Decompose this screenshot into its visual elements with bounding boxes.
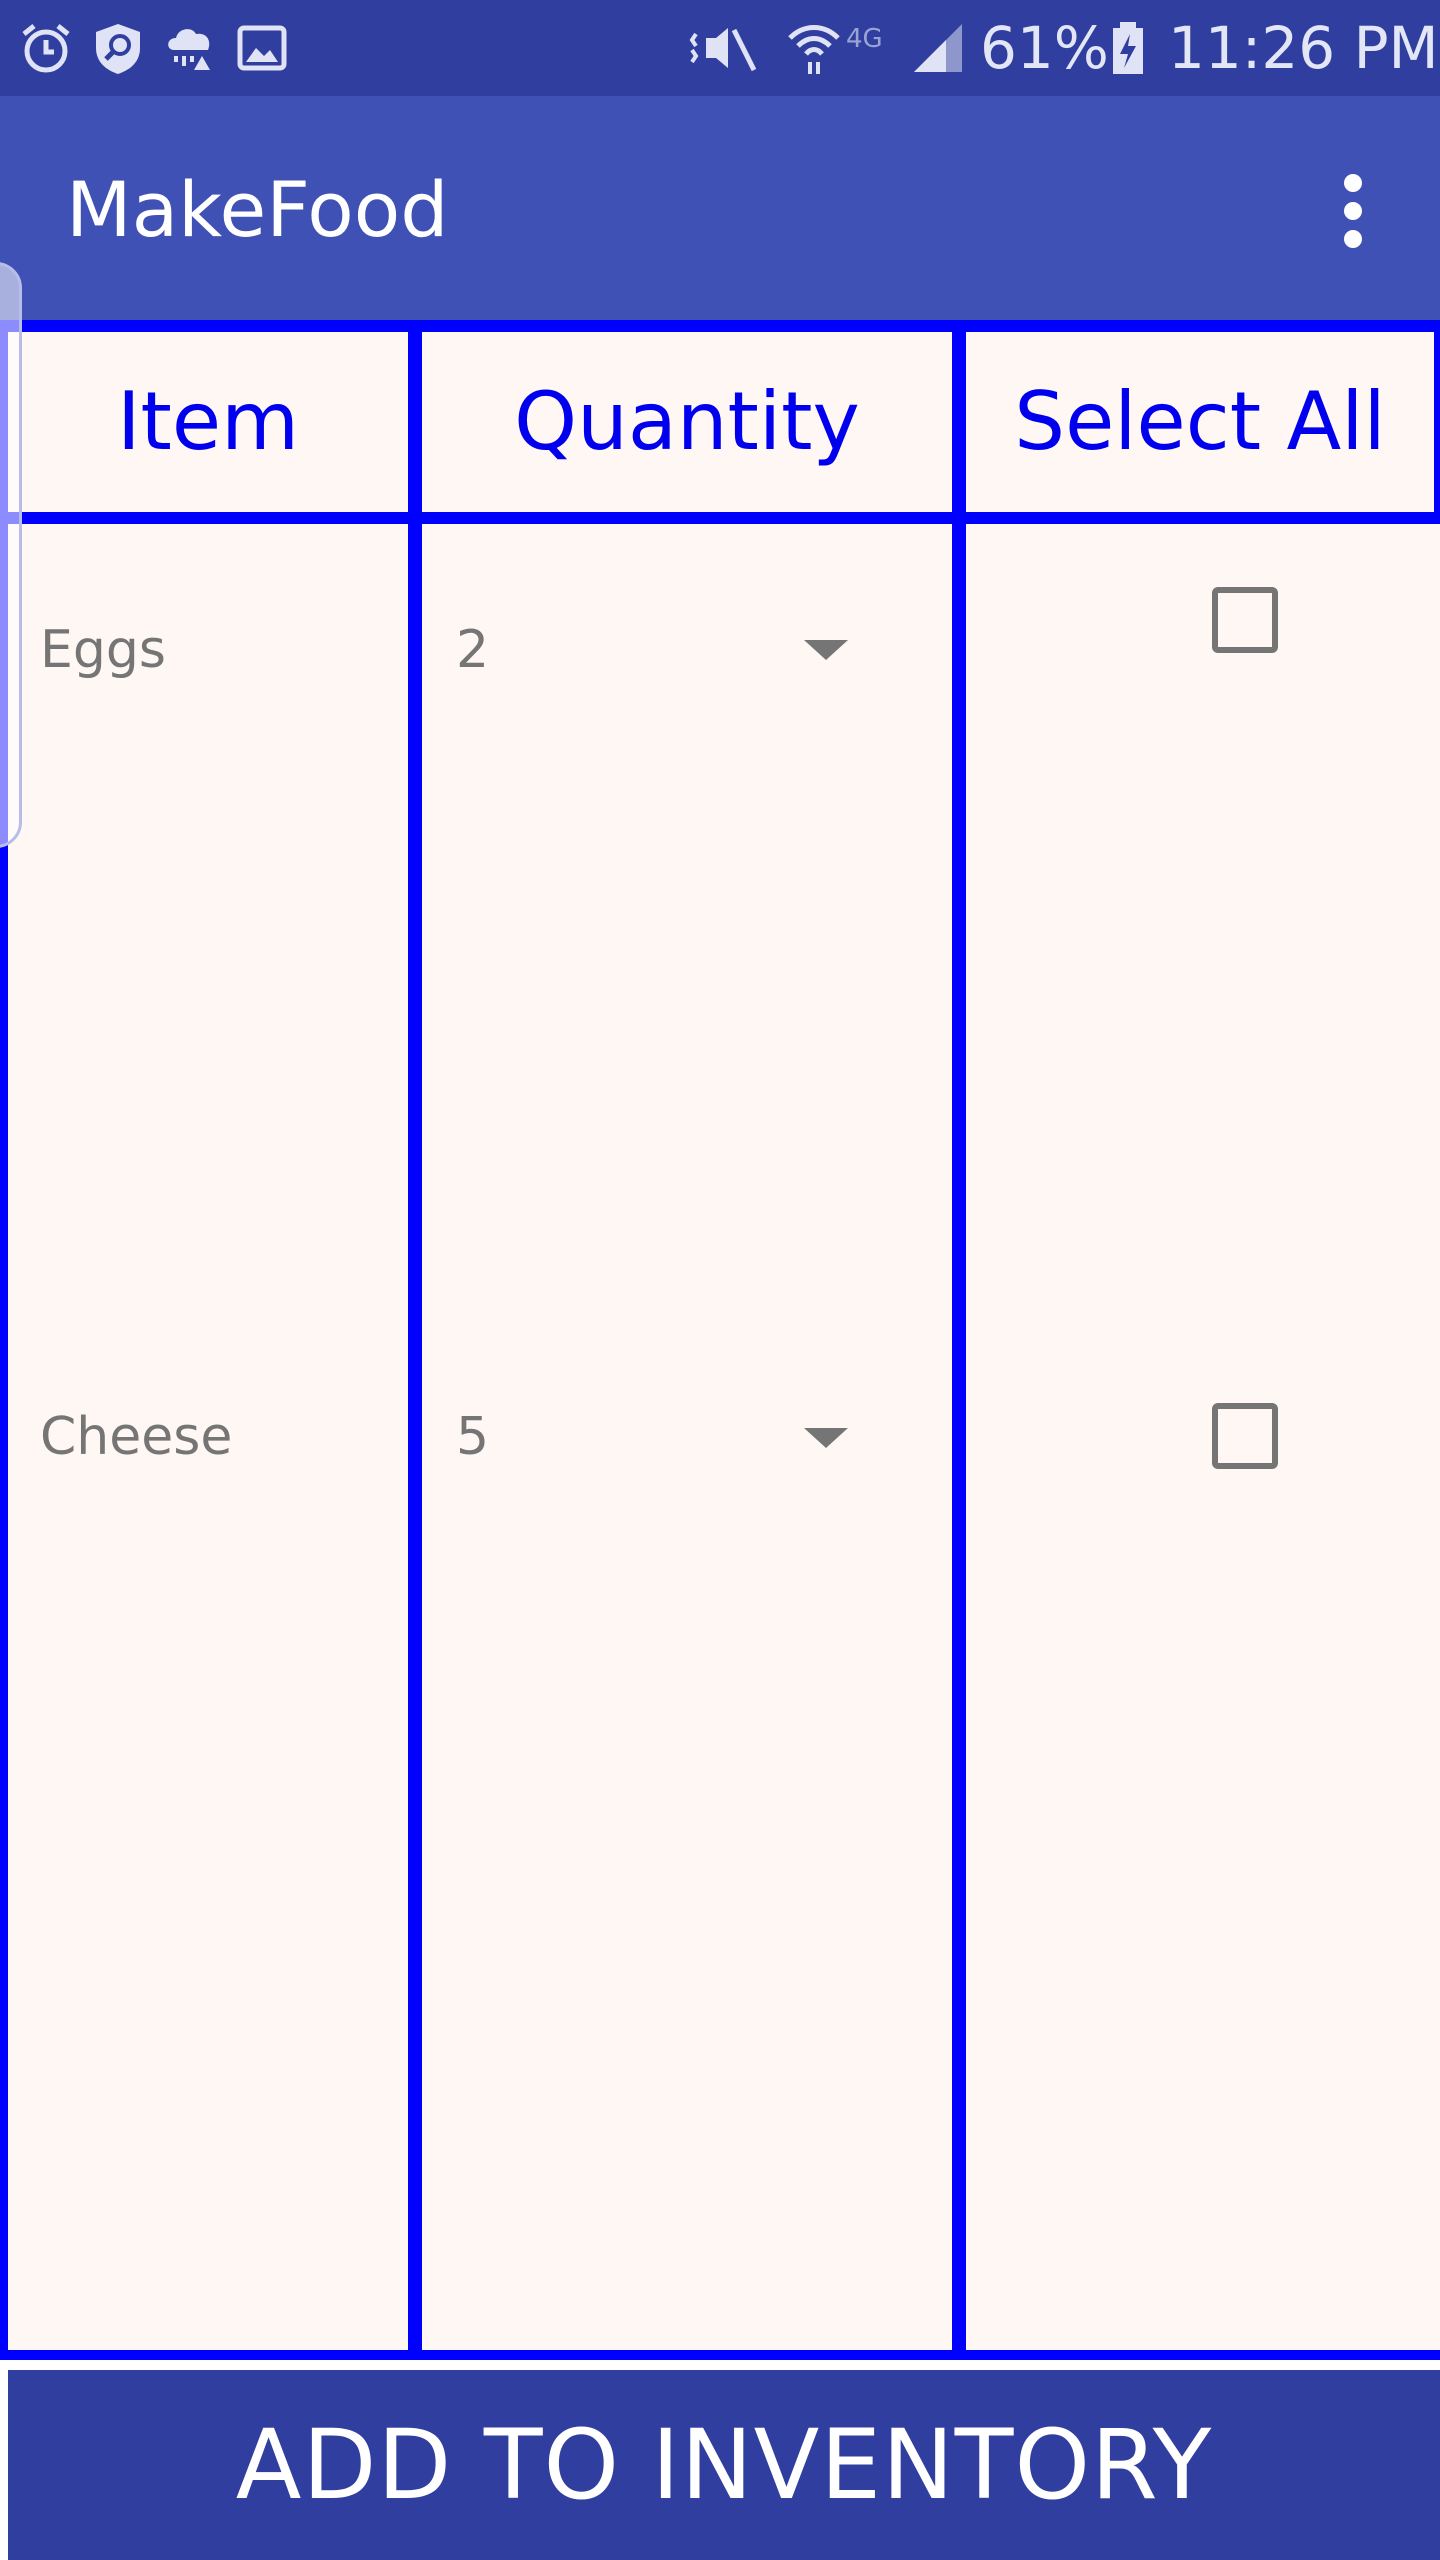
- edge-panel-handle[interactable]: [0, 262, 22, 848]
- table-top-border: [0, 320, 1440, 332]
- header-select-all[interactable]: Select All: [966, 362, 1434, 482]
- dropdown-arrow-icon: [804, 1428, 848, 1448]
- add-to-inventory-button[interactable]: ADD TO INVENTORY: [8, 2370, 1440, 2560]
- mute-icon: [689, 28, 757, 72]
- header-item: Item: [116, 375, 300, 468]
- quantity-spinner-cheese[interactable]: 5: [422, 1387, 952, 1487]
- app-bar: MakeFood: [0, 96, 1440, 320]
- item-name-cheese: Cheese: [40, 1407, 233, 1467]
- header-quantity: Quantity: [514, 375, 860, 468]
- dropdown-arrow-icon: [804, 640, 848, 660]
- image-icon: [237, 25, 287, 71]
- shield-search-icon: [96, 24, 140, 74]
- column-divider-2: [952, 320, 966, 2360]
- item-name-eggs: Eggs: [40, 620, 166, 680]
- alarm-icon: [22, 24, 70, 73]
- wifi-icon: [788, 25, 840, 74]
- column-divider-1: [408, 320, 422, 2360]
- app-title: MakeFood: [66, 165, 449, 254]
- battery-percentage: 61%: [980, 14, 1109, 82]
- weather-alert-icon: [168, 29, 210, 70]
- quantity-value: 2: [456, 620, 490, 680]
- table-right-border: [1434, 320, 1440, 520]
- quantity-value: 5: [456, 1407, 490, 1467]
- inventory-table: Item Quantity Select All Eggs 2 Cheese 5: [0, 262, 1440, 2360]
- network-type: 4G: [846, 24, 883, 54]
- table-bottom-border: [0, 2350, 1440, 2360]
- quantity-spinner-eggs[interactable]: 2: [422, 600, 952, 700]
- signal-icon: [914, 24, 962, 72]
- clock: 11:26 PM: [1168, 14, 1439, 82]
- battery-charging-icon: [1113, 22, 1143, 74]
- checkbox-cheese[interactable]: [1212, 1403, 1278, 1469]
- more-vert-icon[interactable]: [1322, 166, 1382, 256]
- status-bar: 4G 61% 11:26 PM: [0, 0, 1440, 96]
- header-bottom-border: [0, 512, 1440, 524]
- checkbox-eggs[interactable]: [1212, 587, 1278, 653]
